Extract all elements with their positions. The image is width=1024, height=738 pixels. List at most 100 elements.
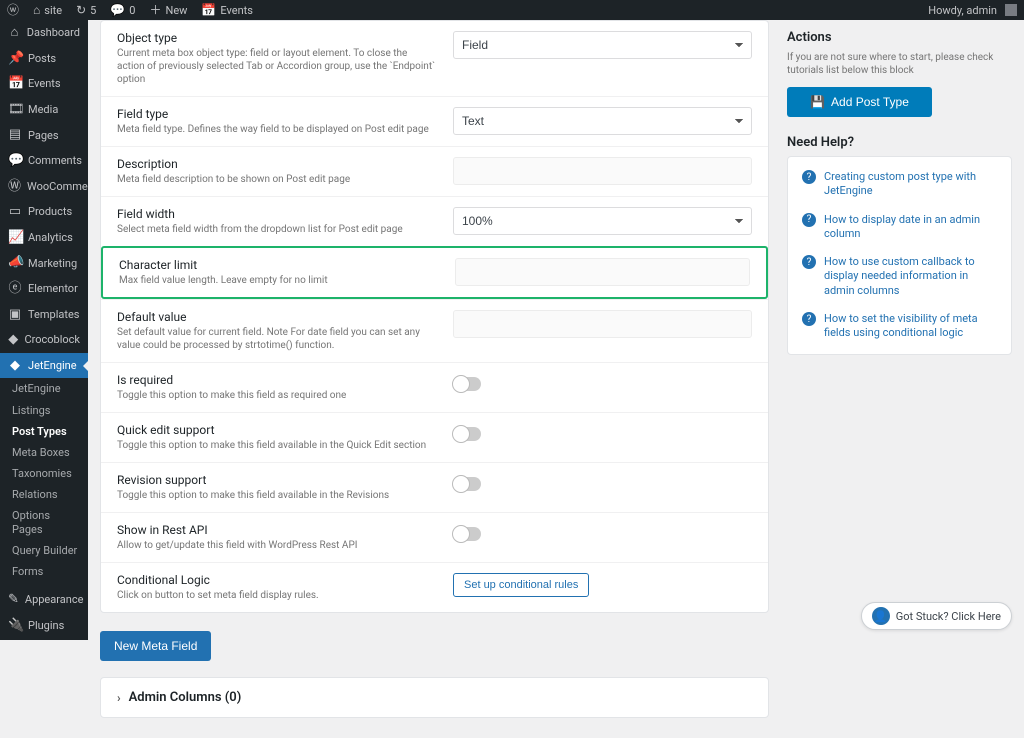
admin-bar: ⓦ ⌂ site ↻5💬0＋New 📅 Events Howdy, admin: [0, 0, 1024, 20]
save-icon: 💾: [810, 95, 825, 109]
adminbar-icon: 📅: [201, 4, 216, 16]
help-link[interactable]: How to use custom callback to display ne…: [824, 255, 997, 298]
menu-label: Meta Boxes: [12, 446, 70, 459]
menu-label: Post Types: [12, 425, 67, 438]
main-content: Object typeCurrent meta box object type:…: [100, 20, 769, 738]
field-title: Conditional Logic: [117, 573, 437, 587]
help-link[interactable]: How to display date in an admin column: [824, 213, 997, 242]
field-desc: Toggle this option to make this field as…: [117, 389, 437, 402]
field-title: Field type: [117, 107, 437, 121]
help-link[interactable]: How to set the visibility of meta fields…: [824, 312, 997, 341]
adminbar-icon: ⓦ: [7, 4, 19, 16]
howdy[interactable]: Howdy, admin: [921, 4, 1024, 17]
field-toggle[interactable]: [453, 377, 481, 391]
field-desc: Allow to get/update this field with Word…: [117, 539, 437, 552]
menu-posts[interactable]: 📌Posts: [0, 46, 88, 72]
menu-query-builder[interactable]: Query Builder: [0, 540, 88, 561]
menu-listings[interactable]: Listings: [0, 400, 88, 421]
adminbar-label: Events: [220, 4, 253, 17]
menu-jetengine[interactable]: ◆JetEngine: [0, 353, 88, 379]
field-title: Field width: [117, 207, 437, 221]
menu-analytics[interactable]: 📈Analytics: [0, 225, 88, 251]
menu-forms[interactable]: Forms: [0, 561, 88, 582]
menu-label: Appearance: [25, 593, 84, 606]
field-select[interactable]: Text: [453, 107, 752, 135]
menu-woocommerce[interactable]: ⓌWooCommerce: [0, 174, 88, 200]
menu-elementor[interactable]: ⓔElementor: [0, 276, 88, 302]
field-desc: Select meta field width from the dropdow…: [117, 223, 437, 236]
admin-columns-accordion[interactable]: › Admin Columns (0): [100, 677, 769, 718]
menu-media[interactable]: 🎞Media: [0, 97, 88, 123]
adminbar-item-4[interactable]: ＋New: [142, 4, 194, 17]
field-row-object-type: Object typeCurrent meta box object type:…: [101, 21, 768, 96]
field-title: Description: [117, 157, 437, 171]
field-row-show-in-rest-api: Show in Rest APIAllow to get/update this…: [101, 512, 768, 562]
menu-appearance[interactable]: ✎Appearance: [0, 587, 88, 613]
menu-marketing[interactable]: 📣Marketing: [0, 250, 88, 276]
menu-dashboard[interactable]: ⌂Dashboard: [0, 20, 88, 46]
menu-icon: ▤: [8, 127, 22, 143]
adminbar-item-3[interactable]: 💬0: [103, 4, 142, 17]
adminbar-label: site: [44, 4, 62, 17]
menu-post-types[interactable]: Post Types: [0, 421, 88, 442]
menu-label: Elementor: [28, 282, 78, 295]
menu-label: Forms: [12, 565, 43, 578]
menu-icon: 📌: [8, 51, 22, 67]
field-row-quick-edit-support: Quick edit supportToggle this option to …: [101, 412, 768, 462]
adminbar-item-2[interactable]: ↻5: [69, 4, 103, 17]
field-row-field-width: Field width Select meta field width from …: [101, 196, 768, 246]
menu-label: Templates: [28, 308, 79, 321]
accordion-title: Admin Columns (0): [129, 690, 242, 705]
got-stuck-label: Got Stuck? Click Here: [896, 610, 1001, 623]
got-stuck-button[interactable]: 👤 Got Stuck? Click Here: [861, 602, 1012, 630]
help-item-3: ?How to set the visibility of meta field…: [788, 305, 1011, 348]
menu-pages[interactable]: ▤ Pages: [0, 122, 88, 148]
menu-relations[interactable]: Relations: [0, 484, 88, 505]
field-input[interactable]: [453, 310, 752, 338]
field-toggle[interactable]: [453, 527, 481, 541]
menu-label: Crocoblock: [24, 333, 80, 346]
field-input[interactable]: [453, 157, 752, 185]
menu-jetengine[interactable]: JetEngine: [0, 378, 88, 399]
field-desc: Toggle this option to make this field av…: [117, 489, 437, 502]
menu-label: Relations: [12, 488, 58, 501]
field-row-conditional-logic: Conditional LogicClick on button to set …: [101, 562, 768, 612]
adminbar-icon: ⌂: [33, 4, 40, 16]
field-input[interactable]: [455, 258, 750, 286]
menu-comments[interactable]: 💬Comments: [0, 148, 88, 174]
field-title: Object type: [117, 31, 437, 45]
new-meta-field-button[interactable]: New Meta Field: [100, 631, 211, 661]
menu-icon: Ⓦ: [8, 179, 21, 195]
field-row-field-type: Field typeMeta field type. Defines the w…: [101, 96, 768, 146]
actions-note: If you are not sure where to start, plea…: [787, 51, 1012, 77]
menu-options-pages[interactable]: Options Pages: [0, 505, 88, 539]
menu-plugins[interactable]: 🔌Plugins: [0, 613, 88, 639]
field-select[interactable]: 100%: [453, 207, 752, 235]
field-select[interactable]: Field: [453, 31, 752, 59]
conditional-rules-button[interactable]: Set up conditional rules: [453, 573, 589, 597]
menu-templates[interactable]: ▣Templates: [0, 302, 88, 328]
field-toggle[interactable]: [453, 477, 481, 491]
menu-meta-boxes[interactable]: Meta Boxes: [0, 442, 88, 463]
adminbar-icon: 💬: [110, 4, 125, 16]
adminbar-item-1[interactable]: ⌂ site: [26, 4, 69, 17]
help-list: ?Creating custom post type with JetEngin…: [787, 156, 1012, 355]
help-badge-icon: 👤: [872, 607, 890, 625]
menu-crocoblock[interactable]: ◆Crocoblock: [0, 327, 88, 353]
field-toggle[interactable]: [453, 427, 481, 441]
menu-events[interactable]: 📅Events: [0, 71, 88, 97]
adminbar-item-5[interactable]: 📅 Events: [194, 4, 260, 17]
field-title: Is required: [117, 373, 437, 387]
menu-taxonomies[interactable]: Taxonomies: [0, 463, 88, 484]
field-title: Default value: [117, 310, 437, 324]
adminbar-item-0[interactable]: ⓦ: [0, 4, 26, 17]
add-post-type-button[interactable]: 💾 Add Post Type: [787, 87, 932, 117]
field-row-is-required: Is required Toggle this option to make th…: [101, 362, 768, 412]
menu-icon: 📅: [8, 76, 22, 92]
menu-products[interactable]: ▭Products: [0, 199, 88, 225]
help-link[interactable]: Creating custom post type with JetEngine: [824, 170, 997, 199]
menu-icon: 🎞: [8, 102, 22, 118]
menu-label: Marketing: [28, 257, 77, 270]
menu-label: Pages: [28, 129, 59, 142]
help-item-0: ?Creating custom post type with JetEngin…: [788, 163, 1011, 206]
